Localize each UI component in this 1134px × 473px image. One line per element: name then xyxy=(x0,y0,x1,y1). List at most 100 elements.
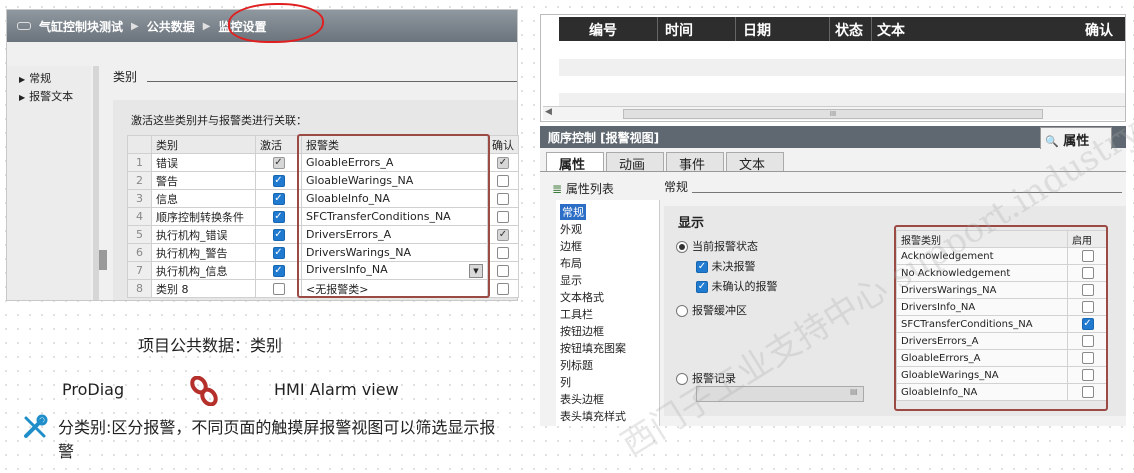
checkbox-checked-icon: ✓ xyxy=(696,281,708,293)
highlight-box xyxy=(297,134,490,298)
row-index: 8 xyxy=(127,279,152,298)
property-list-item[interactable]: 布局 xyxy=(560,255,582,271)
tab-events[interactable]: 事件 xyxy=(666,152,724,173)
ack-cell[interactable] xyxy=(487,279,519,298)
tab-animation[interactable]: 动画 xyxy=(606,152,664,173)
checkbox-icon[interactable] xyxy=(497,175,509,187)
col-header-text: 文本 xyxy=(877,23,905,39)
ack-cell[interactable] xyxy=(487,261,519,280)
radio-buffer[interactable]: 报警缓冲区 xyxy=(676,302,747,318)
ack-cell[interactable] xyxy=(487,243,519,262)
splitter-handle[interactable] xyxy=(99,250,107,270)
divider xyxy=(829,17,830,41)
nav-item-general[interactable]: ▶ 常规 xyxy=(19,70,51,86)
active-cell[interactable]: ✓ xyxy=(255,207,302,226)
col-header-ack: 确认 xyxy=(1085,23,1113,39)
alarm-view-preview: 编号 时间 日期 状态 文本 确认 ◀ III xyxy=(540,14,1126,122)
ack-cell[interactable]: ✓ xyxy=(487,225,519,244)
ack-cell[interactable]: ✓ xyxy=(487,153,519,172)
checkbox-icon[interactable]: ✓ xyxy=(272,193,285,205)
category-cell[interactable]: 顺序控制转换条件 xyxy=(151,207,256,226)
checkbox-icon[interactable] xyxy=(497,211,509,223)
col-header-time: 时间 xyxy=(665,23,693,39)
list-item xyxy=(559,59,1125,76)
active-cell[interactable]: ✓ xyxy=(255,261,302,280)
property-list-item[interactable]: 文本格式 xyxy=(560,289,604,305)
tab-properties[interactable]: 属性 xyxy=(546,152,604,173)
row-index: 4 xyxy=(127,207,152,226)
property-list-item[interactable]: 外观 xyxy=(560,221,582,237)
checkbox-icon[interactable]: ✓ xyxy=(272,265,285,277)
checkbox-icon[interactable]: ✓ xyxy=(272,247,285,259)
checkbox-unacked[interactable]: ✓ 未确认的报警 xyxy=(696,278,778,294)
chevron-right-icon: ▶ xyxy=(202,20,211,32)
checkbox-unresolved[interactable]: ✓ 未决报警 xyxy=(696,258,756,274)
checkbox-icon[interactable]: ✓ xyxy=(272,211,285,223)
col-header-category[interactable]: 类别 xyxy=(151,135,256,154)
tab-texts[interactable]: 文本 xyxy=(726,152,784,173)
list-icon: ≣ xyxy=(552,182,563,196)
category-cell[interactable]: 执行机构_警告 xyxy=(151,243,256,262)
property-list-item[interactable]: 列 xyxy=(560,374,571,390)
col-header-number: 编号 xyxy=(589,23,617,39)
scroll-thumb[interactable]: III xyxy=(623,109,1043,119)
row-index: 3 xyxy=(127,189,152,208)
breadcrumb-item-1[interactable]: 气缸控制块测试 xyxy=(39,18,123,35)
radio-current-state[interactable]: 当前报警状态 xyxy=(676,238,758,254)
active-cell[interactable]: ✓ xyxy=(255,225,302,244)
category-cell[interactable]: 信息 xyxy=(151,189,256,208)
property-list-item[interactable]: 常规 xyxy=(560,204,586,220)
link-icon xyxy=(190,376,218,406)
description-text: 分类别:区分报警，不同页面的触摸屏报警视图可以筛选显示报警 xyxy=(58,418,496,461)
scroll-left-icon[interactable]: ◀ xyxy=(545,107,552,117)
checkbox-icon[interactable]: ✓ xyxy=(497,157,509,169)
col-header-ack[interactable]: 确认 xyxy=(487,135,519,154)
col-header-active[interactable]: 激活 xyxy=(255,135,302,154)
checkbox-icon[interactable]: ✓ xyxy=(272,229,285,241)
breadcrumb-item-2[interactable]: 公共数据 xyxy=(147,18,195,35)
chevron-right-icon: ▶ xyxy=(131,20,139,32)
property-list-item[interactable]: 列标题 xyxy=(560,357,593,373)
category-cell[interactable]: 类别 8 xyxy=(151,279,256,298)
checkbox-icon[interactable]: ✓ xyxy=(497,229,509,241)
active-cell[interactable]: ✓ xyxy=(255,189,302,208)
property-list-item[interactable]: 按钮填充图案 xyxy=(560,340,626,356)
ack-cell[interactable] xyxy=(487,171,519,190)
checkbox-icon[interactable]: ✓ xyxy=(272,157,285,169)
divider xyxy=(735,17,736,41)
divider xyxy=(657,17,658,41)
list-item xyxy=(559,76,1125,93)
browse-icon[interactable]: ▤ xyxy=(850,387,862,401)
category-cell[interactable]: 执行机构_信息 xyxy=(151,261,256,280)
checkbox-icon[interactable] xyxy=(497,193,509,205)
property-list-item[interactable]: 工具栏 xyxy=(560,306,593,322)
horizontal-scrollbar[interactable]: ◀ III xyxy=(543,106,1125,120)
col-header-index xyxy=(127,135,152,154)
checkbox-icon[interactable] xyxy=(497,283,509,295)
property-list-title: ≣ 属性列表 xyxy=(552,182,614,196)
ack-cell[interactable] xyxy=(487,189,519,208)
active-cell[interactable] xyxy=(255,279,302,298)
property-list-item[interactable]: 显示 xyxy=(560,272,582,288)
category-cell[interactable]: 警告 xyxy=(151,171,256,190)
alarm-view-header: 编号 时间 日期 状态 文本 确认 xyxy=(559,17,1125,41)
property-list-item[interactable]: 表头边框 xyxy=(560,391,604,407)
active-cell[interactable]: ✓ xyxy=(255,171,302,190)
nav-item-alarm-text[interactable]: ▶ 报警文本 xyxy=(19,88,73,104)
property-list-item[interactable]: 按钮边框 xyxy=(560,323,604,339)
property-list-item[interactable]: 边框 xyxy=(560,238,582,254)
expand-triangle-icon: ▶ xyxy=(19,93,26,102)
checkbox-icon[interactable] xyxy=(272,283,285,295)
ack-cell[interactable] xyxy=(487,207,519,226)
category-cell[interactable]: 执行机构_错误 xyxy=(151,225,256,244)
active-cell[interactable]: ✓ xyxy=(255,153,302,172)
caption-hmi-alarm-view: HMI Alarm view xyxy=(274,380,399,399)
property-list: 常规 外观 边框 布局 显示 文本格式 工具栏 按钮边框 按钮填充图案 列标题列表头边框 表头填充样… xyxy=(556,200,660,426)
row-index: 6 xyxy=(127,243,152,262)
checkbox-icon[interactable] xyxy=(497,265,509,277)
category-cell[interactable]: 错误 xyxy=(151,153,256,172)
checkbox-icon[interactable]: ✓ xyxy=(272,175,285,187)
checkbox-icon[interactable] xyxy=(497,247,509,259)
active-cell[interactable]: ✓ xyxy=(255,243,302,262)
tools-icon xyxy=(24,414,48,438)
